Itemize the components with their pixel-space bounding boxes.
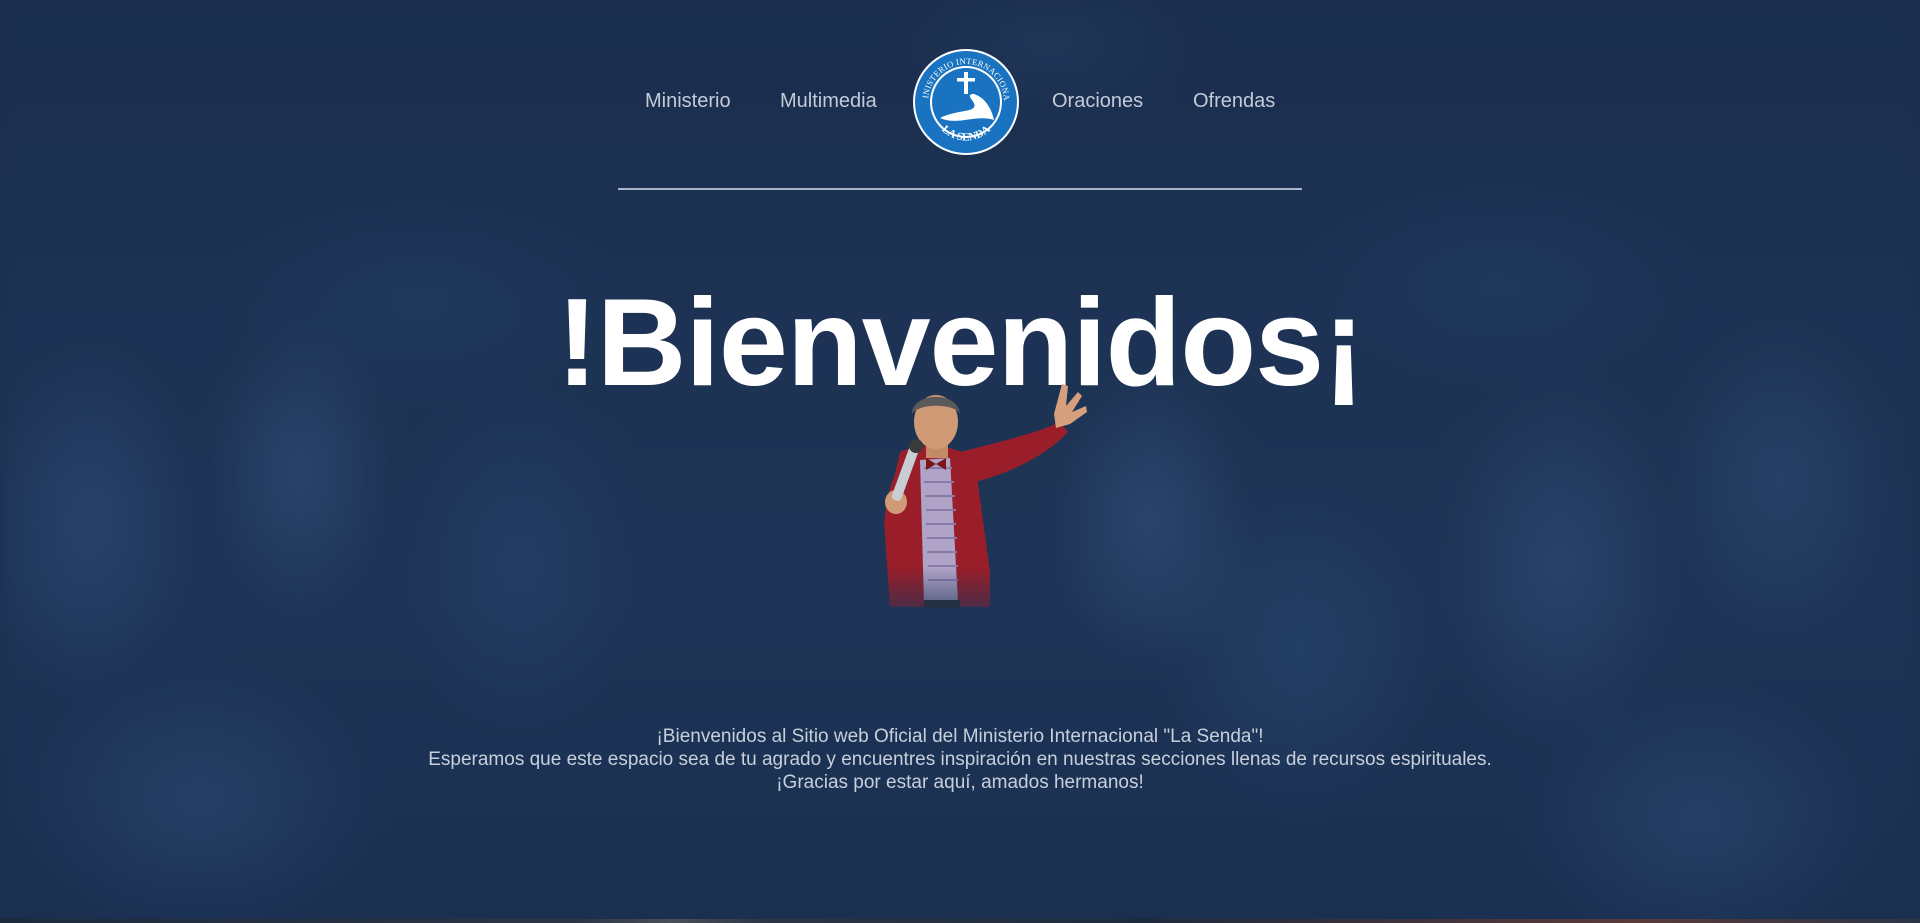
nav-item-multimedia[interactable]: Multimedia (780, 90, 877, 113)
nav-item-oraciones[interactable]: Oraciones (1052, 90, 1143, 113)
welcome-line-1: ¡Bienvenidos al Sitio web Oficial del Mi… (656, 726, 1264, 747)
main-nav: Ministerio Multimedia MINISTERIO INTERNA… (618, 40, 1302, 156)
bottom-strip (0, 919, 1920, 923)
la-senda-logo[interactable]: MINISTERIO INTERNACIONAL LA SENDA (908, 40, 1020, 156)
welcome-line-2: Esperamos que este espacio sea de tu agr… (428, 749, 1492, 770)
page: Ministerio Multimedia MINISTERIO INTERNA… (0, 0, 1920, 923)
nav-item-ofrendas[interactable]: Ofrendas (1193, 90, 1275, 113)
logo-emblem: MINISTERIO INTERNACIONAL LA SENDA (908, 40, 1019, 155)
preacher-photo (884, 384, 1087, 608)
nav-item-ministerio[interactable]: Ministerio (645, 90, 731, 113)
nav-divider (618, 188, 1302, 190)
welcome-message: ¡Bienvenidos al Sitio web Oficial del Mi… (0, 725, 1920, 794)
welcome-line-3: ¡Gracias por estar aquí, amados hermanos… (776, 772, 1144, 793)
